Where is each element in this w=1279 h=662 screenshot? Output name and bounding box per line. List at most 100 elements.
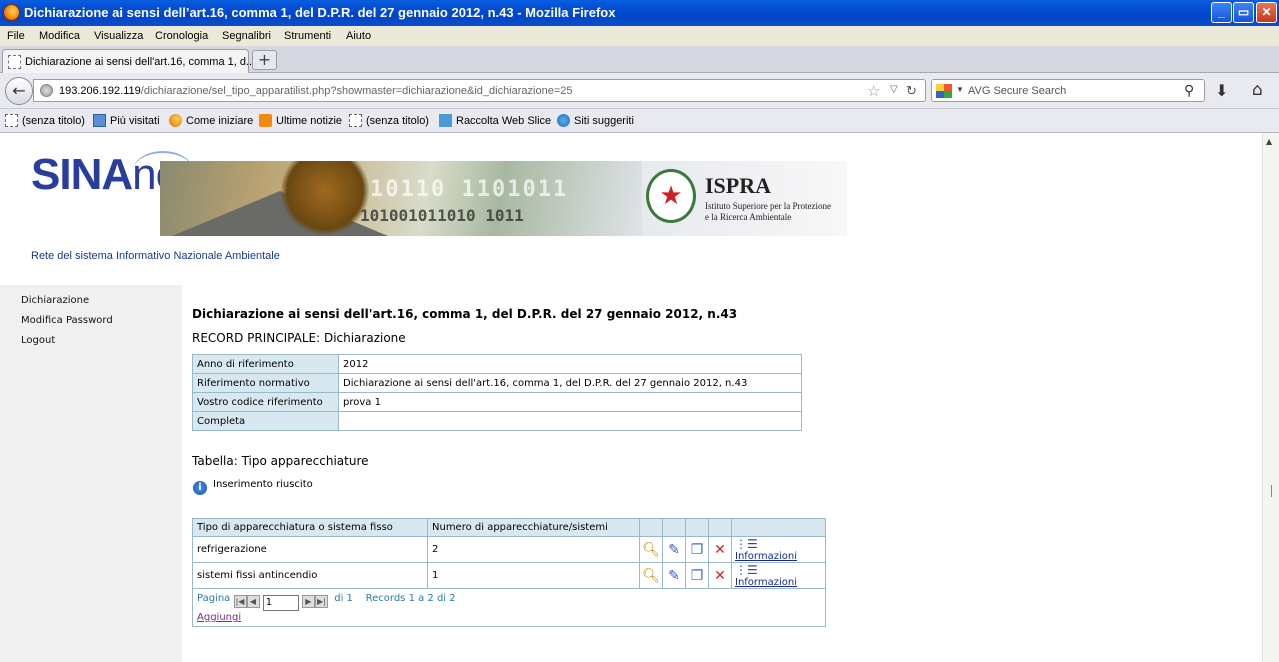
cell-tipo: refrigerazione: [192, 536, 428, 563]
edit-icon[interactable]: ✎: [662, 562, 686, 589]
record-value: Dichiarazione ai sensi dell'art.16, comm…: [338, 373, 802, 393]
scrollbar-grip[interactable]: [1271, 485, 1272, 497]
sidebar-item-dichiarazione[interactable]: Dichiarazione: [21, 295, 89, 306]
maximize-button[interactable]: ▭: [1233, 2, 1254, 23]
next-page-icon[interactable]: ▶: [301, 595, 315, 608]
info-message-text: Inserimento riuscito: [213, 479, 313, 490]
bookmark-ultime-notizie[interactable]: Ultime notizie: [259, 114, 342, 127]
pager: Pagina |◀ ◀ 1 ▶ ▶| di 1 Records 1 a 2 di 2: [197, 593, 821, 611]
delete-icon[interactable]: ✕: [708, 562, 732, 589]
ispra-subtitle-line1: Istituto Superiore per la Protezione: [705, 201, 831, 211]
binary-decoration-2: 101001011010 1011: [360, 206, 524, 225]
table-row: Riferimento normativo Dichiarazione ai se…: [192, 373, 802, 393]
menu-file[interactable]: File: [7, 30, 25, 42]
history-dropdown-icon[interactable]: ▽: [890, 84, 898, 95]
close-button[interactable]: ✕: [1256, 2, 1277, 23]
menu-visualizza[interactable]: Visualizza: [94, 30, 143, 42]
informazioni-cell: ⋮☰ Informazioni: [731, 536, 826, 563]
record-value: 2012: [338, 354, 802, 374]
bookmark-label: Ultime notizie: [276, 115, 343, 127]
column-header-blank: [731, 518, 826, 537]
tab-active[interactable]: Dichiarazione ai sensi dell'art.16, comm…: [2, 49, 255, 74]
url-path: /dichiarazione/sel_tipo_apparatilist.php…: [140, 85, 573, 97]
view-icon[interactable]: 🔍︎: [639, 536, 663, 563]
tree-icon: ⋮☰: [735, 563, 758, 577]
last-page-icon[interactable]: ▶|: [314, 595, 328, 608]
web-slice-icon: [439, 114, 452, 127]
search-bar[interactable]: ▼ AVG Secure Search ⚲: [931, 79, 1205, 102]
prev-page-icon[interactable]: ◀: [246, 595, 260, 608]
record-value: prova 1: [338, 392, 802, 412]
menu-cronologia[interactable]: Cronologia: [155, 30, 208, 42]
globe-icon: [40, 84, 53, 97]
header-banner: 10110 1101011 101001011010 1011: [160, 161, 642, 236]
tagline: Rete del sistema Informativo Nazionale A…: [31, 250, 280, 262]
rss-icon: [259, 114, 272, 127]
ie-icon: [557, 114, 570, 127]
view-icon[interactable]: 🔍︎: [639, 562, 663, 589]
page-content: SINAnet 10110 1101011 101001011010 1011 …: [0, 133, 1262, 662]
bookmark-label: Raccolta Web Slice: [456, 115, 552, 127]
minimize-button[interactable]: _: [1211, 2, 1232, 23]
search-engine-dropdown-icon[interactable]: ▼: [956, 85, 964, 94]
column-header-numero[interactable]: Numero di apparecchiature/sistemi: [427, 518, 640, 537]
info-icon: i: [193, 481, 207, 495]
column-header-blank: [639, 518, 663, 537]
pager-total-pages: di 1: [334, 593, 353, 604]
add-link[interactable]: Aggiungi: [197, 612, 821, 623]
cell-numero: 1: [427, 562, 640, 589]
page-title: Dichiarazione ai sensi dell'art.16, comm…: [192, 307, 738, 321]
italian-republic-emblem-icon: ★: [646, 169, 696, 223]
menu-aiuto[interactable]: Aiuto: [346, 30, 371, 42]
folder-icon: [93, 114, 106, 127]
back-button[interactable]: ←: [5, 77, 33, 105]
search-input[interactable]: AVG Secure Search: [968, 85, 1066, 97]
bookmark-star-icon[interactable]: ☆: [867, 82, 880, 100]
ispra-logo: ★ ISPRA Istituto Superiore per la Protez…: [642, 161, 847, 236]
binary-decoration: 10110 1101011: [370, 177, 569, 202]
sidebar-item-modifica-password[interactable]: Modifica Password: [21, 315, 113, 326]
copy-icon[interactable]: ❐: [685, 536, 709, 563]
page-number-input[interactable]: 1: [262, 595, 299, 611]
informazioni-link[interactable]: Informazioni: [735, 577, 797, 588]
tab-bar: Dichiarazione ai sensi dell'art.16, comm…: [0, 46, 1279, 74]
vertical-scrollbar[interactable]: ▲: [1262, 133, 1279, 662]
delete-icon[interactable]: ✕: [708, 536, 732, 563]
bookmark-siti-suggeriti[interactable]: Siti suggeriti: [557, 114, 634, 127]
bookmark-web-slice[interactable]: Raccolta Web Slice: [439, 114, 551, 127]
ispra-subtitle: Istituto Superiore per la Protezione e la…: [705, 201, 831, 223]
bookmark-piu-visitati[interactable]: Più visitati: [93, 114, 160, 127]
tree-image: [280, 161, 370, 236]
table-row: Completa: [192, 411, 802, 431]
menu-strumenti[interactable]: Strumenti: [284, 30, 331, 42]
avg-icon[interactable]: [936, 84, 952, 98]
table-row: Vostro codice riferimento prova 1: [192, 392, 802, 412]
table-header-row: Tipo di apparecchiatura o sistema fisso …: [192, 518, 826, 537]
page-icon: [8, 55, 21, 69]
url-bar[interactable]: 193.206.192.119/dichiarazione/sel_tipo_a…: [33, 79, 926, 102]
download-icon[interactable]: ⬇: [1215, 81, 1228, 100]
menu-segnalibri[interactable]: Segnalibri: [222, 30, 271, 42]
sidebar-item-logout[interactable]: Logout: [21, 335, 55, 346]
cell-tipo: sistemi fissi antincendio: [192, 562, 428, 589]
first-page-icon[interactable]: |◀: [233, 595, 247, 608]
search-icon[interactable]: ⚲: [1184, 82, 1194, 99]
pager-records: Records 1 a 2 di 2: [365, 593, 456, 604]
reload-icon[interactable]: ↻: [906, 83, 917, 99]
new-tab-button[interactable]: +: [252, 50, 277, 70]
bookmark-come-iniziare[interactable]: Come iniziare: [169, 114, 253, 127]
apparecchiature-table: Tipo di apparecchiatura o sistema fisso …: [192, 518, 826, 627]
bookmark-label: (senza titolo): [22, 115, 85, 127]
scroll-up-icon[interactable]: ▲: [1266, 137, 1272, 146]
firefox-icon: [3, 4, 20, 21]
menu-modifica[interactable]: Modifica: [39, 30, 80, 42]
copy-icon[interactable]: ❐: [685, 562, 709, 589]
column-header-blank: [708, 518, 732, 537]
bookmark-senza-titolo-2[interactable]: (senza titolo): [349, 114, 429, 127]
url-host: 193.206.192.119: [59, 85, 141, 97]
home-icon[interactable]: ⌂: [1252, 80, 1263, 100]
edit-icon[interactable]: ✎: [662, 536, 686, 563]
informazioni-link[interactable]: Informazioni: [735, 551, 797, 562]
bookmark-senza-titolo-1[interactable]: (senza titolo): [5, 114, 85, 127]
column-header-tipo[interactable]: Tipo di apparecchiatura o sistema fisso: [192, 518, 428, 537]
